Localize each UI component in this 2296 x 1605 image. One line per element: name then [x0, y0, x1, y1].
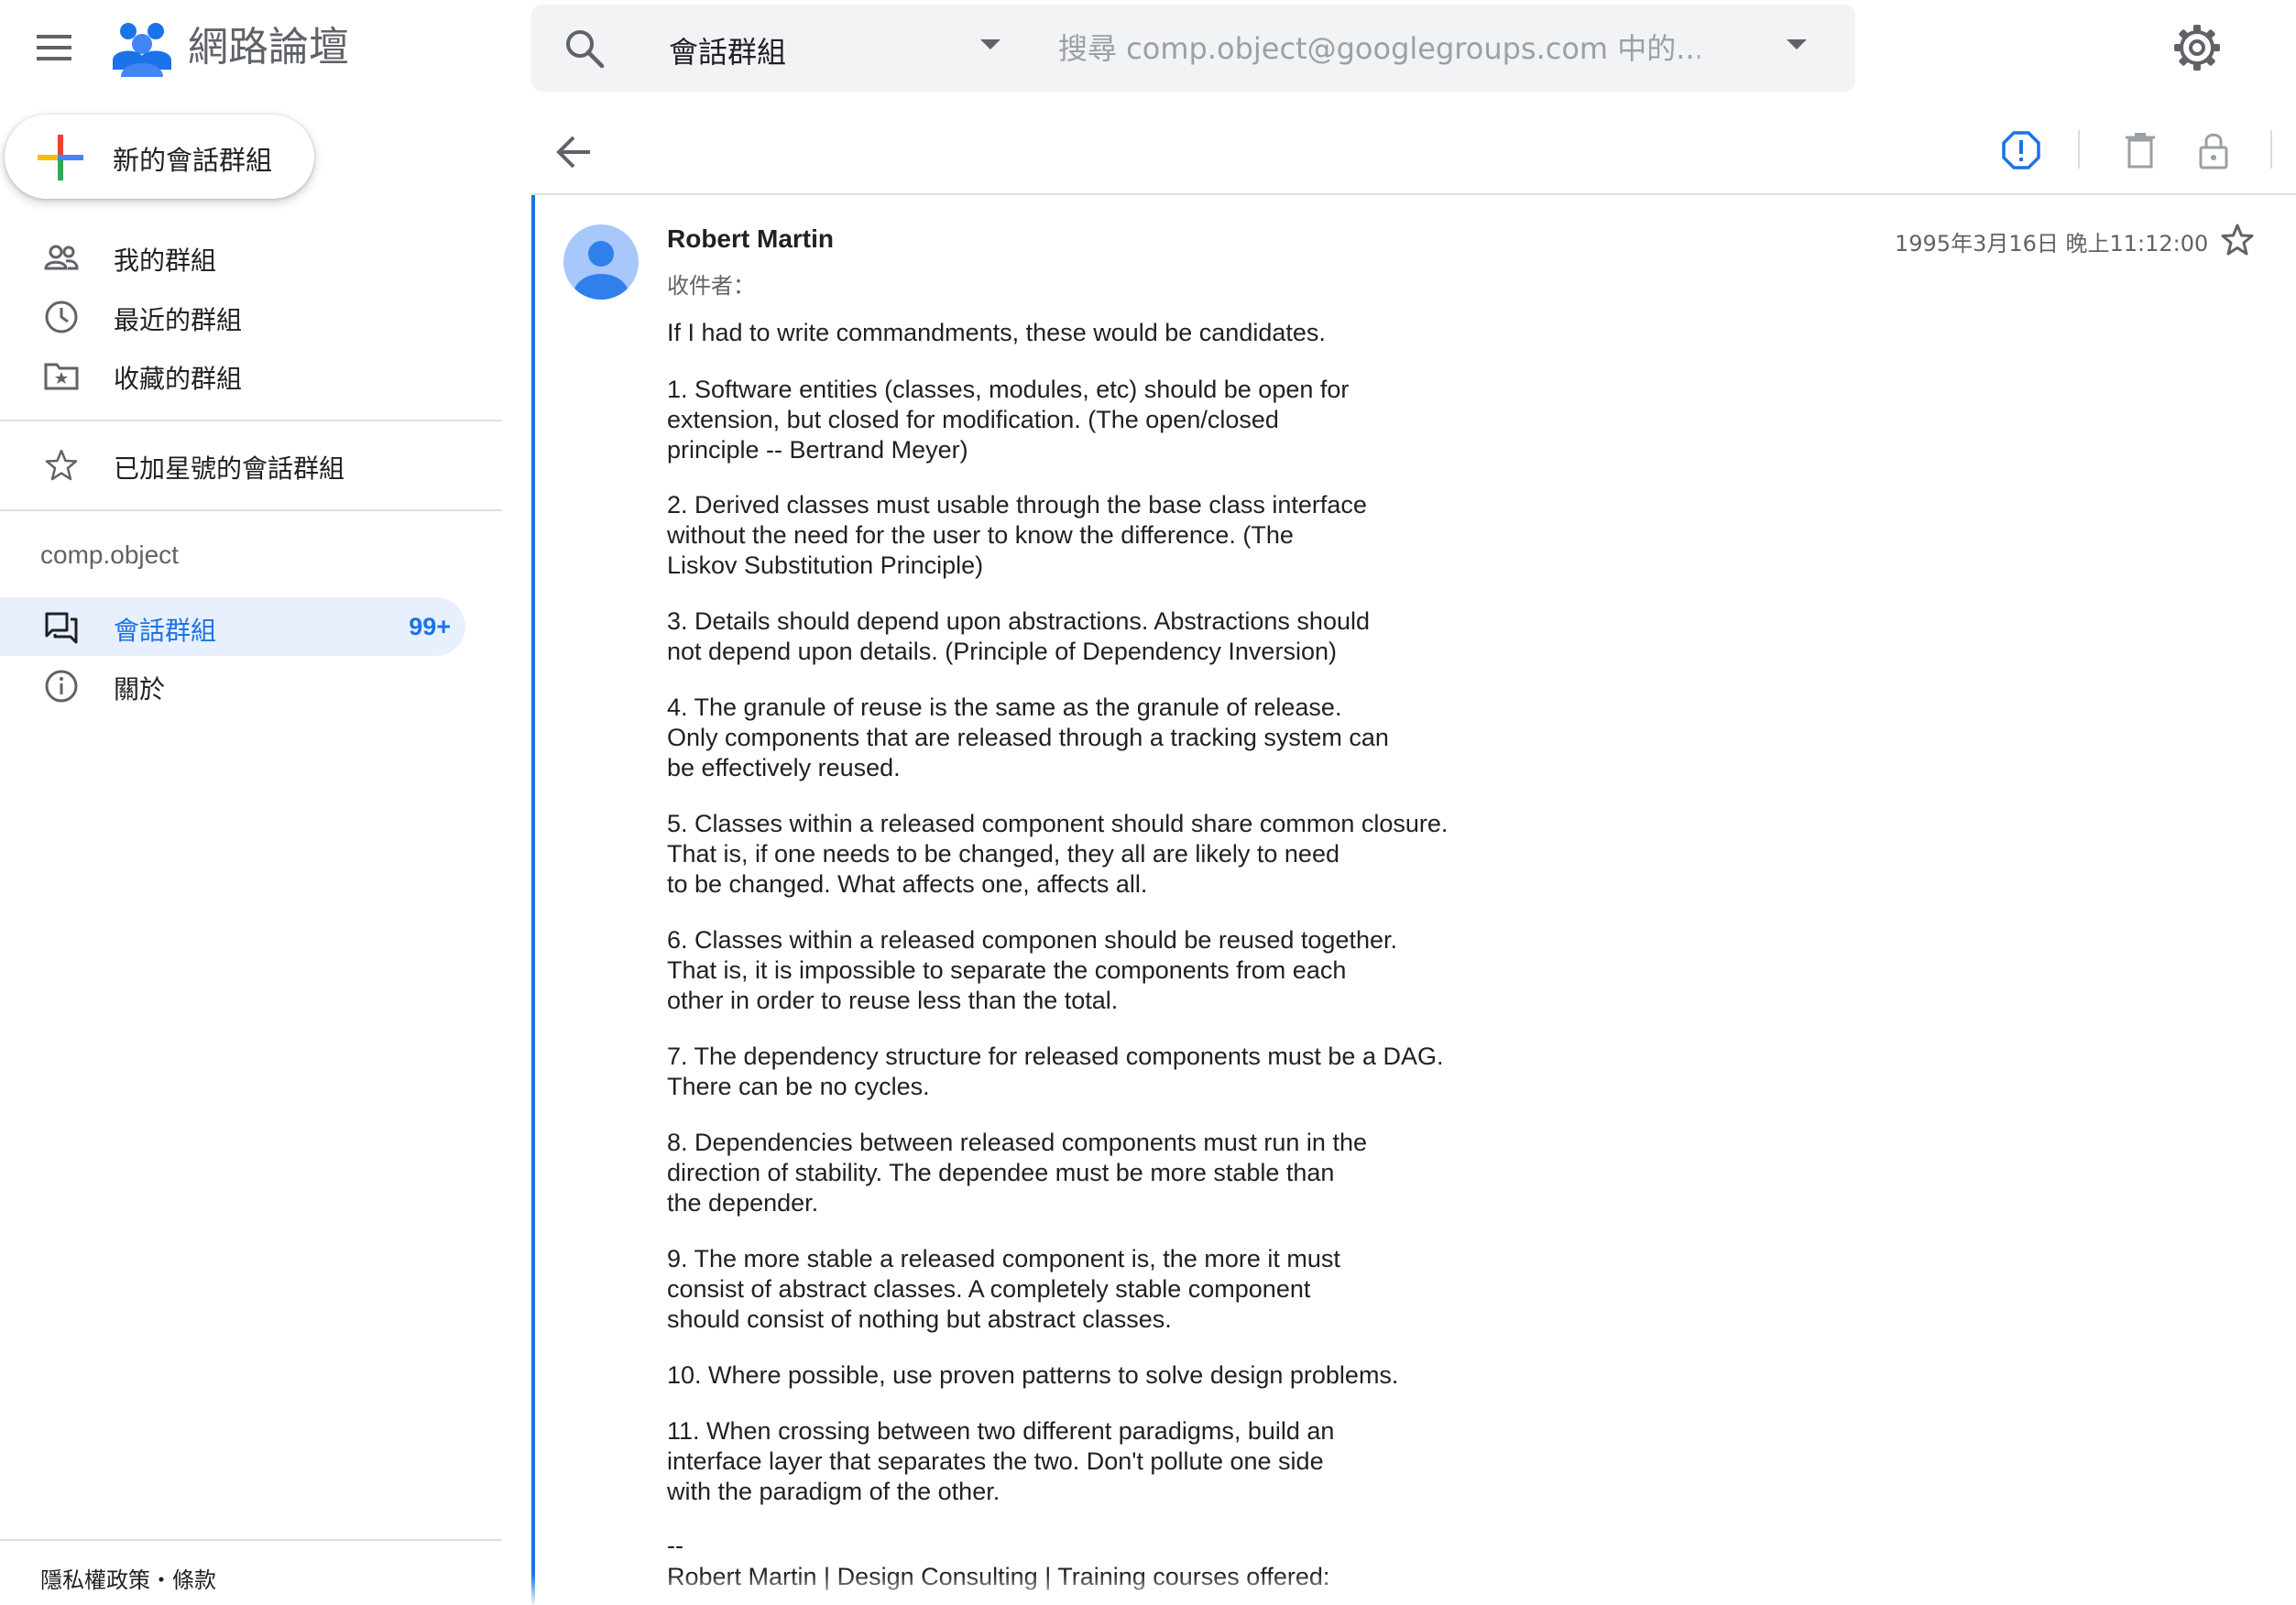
sidebar-item-starred-conversations[interactable]: 已加星號的會話群組 — [0, 435, 465, 494]
search-scope-dropdown[interactable]: 會話群組 — [669, 5, 1044, 92]
message-paragraph: 2. Derived classes must usable through t… — [667, 491, 1367, 579]
sender-name[interactable]: Robert Martin — [667, 224, 834, 254]
report-abuse-icon[interactable] — [1999, 128, 2043, 172]
sidebar-item-label: 會話群組 — [114, 616, 217, 646]
sidebar-item-label: 收藏的群組 — [114, 364, 243, 394]
message-paragraph: If I had to write commandments, these wo… — [667, 319, 1326, 346]
new-conversation-label: 新的會話群組 — [113, 145, 273, 176]
message-paragraph: 3. Details should depend upon abstractio… — [667, 607, 1370, 665]
unread-count-badge: 99+ — [409, 613, 451, 640]
message-paragraph: 1. Software entities (classes, modules, … — [667, 376, 1350, 464]
groups-logo-icon[interactable] — [110, 16, 174, 81]
sidebar-item-my-groups[interactable]: 我的群組 — [0, 227, 465, 286]
back-arrow-icon[interactable] — [550, 126, 601, 178]
lock-icon[interactable] — [2192, 128, 2236, 172]
message-paragraph: 9. The more stable a released component … — [667, 1245, 1340, 1333]
avatar[interactable] — [563, 224, 639, 300]
search-scope-label: 會話群組 — [669, 35, 787, 70]
info-icon — [45, 670, 78, 703]
sidebar-item-about[interactable]: 關於 — [0, 656, 465, 715]
group-name-heading[interactable]: comp.object — [40, 540, 179, 570]
sidebar-item-label: 已加星號的會話群組 — [114, 453, 345, 484]
plus-icon — [38, 135, 83, 180]
sidebar-item-label: 關於 — [114, 674, 166, 704]
clock-icon — [45, 300, 78, 333]
toolbar-separator — [2078, 130, 2080, 169]
sidebar-footer-divider — [0, 1539, 502, 1541]
toolbar-separator — [2270, 130, 2272, 169]
message-timestamp: 1995年3月16日 晚上11:12:00 — [1895, 231, 2209, 257]
new-conversation-button[interactable]: 新的會話群組 — [5, 115, 314, 199]
sidebar-item-recent-groups[interactable]: 最近的群組 — [0, 287, 465, 345]
delete-icon[interactable] — [2118, 128, 2162, 172]
search-options-chevron-icon[interactable] — [1787, 39, 1807, 50]
star-folder-icon — [44, 363, 79, 390]
top-header: 網路論壇 會話群組 — [0, 0, 2296, 97]
search-icon[interactable] — [563, 27, 606, 70]
message-paragraph: 5. Classes within a released component s… — [667, 810, 1449, 898]
message-paragraph: 8. Dependencies between released compone… — [667, 1129, 1367, 1217]
message-paragraph: 7. The dependency structure for released… — [667, 1043, 1444, 1100]
sidebar-item-label: 最近的群組 — [114, 305, 243, 335]
hamburger-menu-icon — [37, 35, 71, 60]
main-menu-button[interactable] — [27, 20, 82, 75]
sidebar-divider — [0, 420, 502, 421]
app-title[interactable]: 網路論壇 — [188, 22, 349, 73]
message-paragraph: 11. When crossing between two different … — [667, 1417, 1335, 1505]
sidebar-item-conversations[interactable]: 會話群組 99+ — [0, 597, 465, 656]
gear-icon[interactable] — [2171, 22, 2223, 73]
sidebar-divider — [0, 509, 502, 511]
forum-icon — [45, 612, 78, 644]
recipient-label: 收件者： — [667, 273, 755, 299]
message-paragraph: 10. Where possible, use proven patterns … — [667, 1361, 1399, 1389]
scroll-fade — [531, 1574, 2296, 1605]
message-paragraph: 4. The granule of reuse is the same as t… — [667, 693, 1389, 781]
search-bar: 會話群組 — [531, 5, 1855, 92]
star-icon[interactable] — [2219, 222, 2256, 258]
star-icon — [45, 449, 78, 481]
sidebar-item-favorite-groups[interactable]: 收藏的群組 — [0, 345, 465, 404]
message-paragraph: 6. Classes within a released componen sh… — [667, 926, 1398, 1014]
chevron-down-icon — [980, 39, 1000, 49]
message-selected-indicator — [531, 195, 535, 1605]
signature-separator: -- — [667, 1532, 683, 1559]
search-input[interactable] — [1058, 21, 1700, 76]
privacy-terms-links[interactable]: 隱私權政策・條款 — [40, 1562, 216, 1594]
sidebar-item-label: 我的群組 — [114, 246, 217, 276]
toolbar-divider — [531, 193, 2296, 195]
people-icon — [44, 245, 79, 270]
